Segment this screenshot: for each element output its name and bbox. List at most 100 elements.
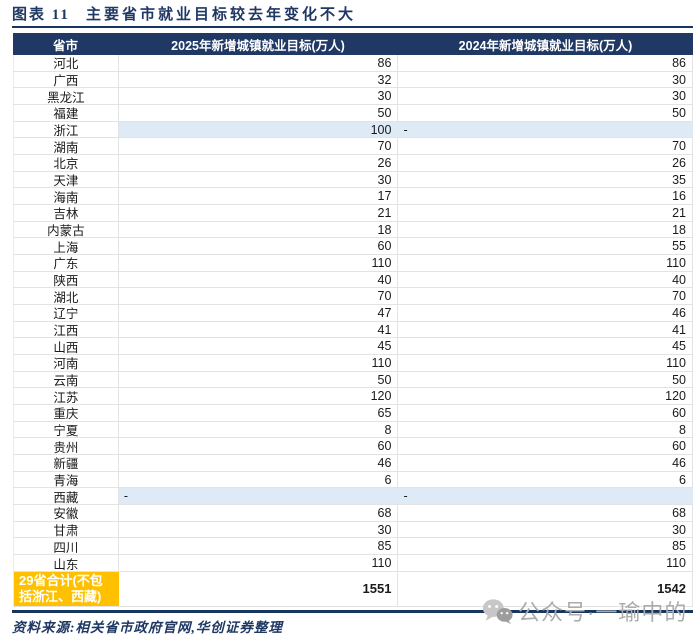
province-cell: 西藏 (14, 488, 119, 504)
value-2024-cell: 46 (398, 455, 693, 471)
province-cell: 甘肃 (14, 522, 119, 538)
table-row: 浙江 100 - (13, 122, 693, 139)
province-cell: 江苏 (14, 388, 119, 404)
province-cell: 新疆 (14, 455, 119, 471)
table-row: 湖南 70 70 (13, 138, 693, 155)
table-row: 安徽 68 68 (13, 505, 693, 522)
value-2025-cell: 110 (119, 355, 399, 371)
value-2025-cell: 21 (119, 205, 399, 221)
province-cell: 四川 (14, 538, 119, 554)
value-2024-cell: 55 (398, 238, 693, 254)
value-2024-cell: 70 (398, 288, 693, 304)
table-row: 西藏 - - (13, 488, 693, 505)
table-row: 黑龙江 30 30 (13, 88, 693, 105)
value-2025-cell: 50 (119, 105, 399, 121)
watermark: 公众号·一瑜中的 (482, 595, 687, 627)
value-2024-cell: 110 (398, 355, 693, 371)
value-2024-cell: - (398, 488, 693, 504)
employment-targets-table: 省市 2025年新增城镇就业目标(万人) 2024年新增城镇就业目标(万人) 河… (13, 33, 693, 607)
value-2024-cell: 46 (398, 305, 693, 321)
value-2024-cell: 45 (398, 338, 693, 354)
value-2025-cell: 18 (119, 222, 399, 238)
value-2024-cell: 18 (398, 222, 693, 238)
province-cell: 山西 (14, 338, 119, 354)
province-cell: 海南 (14, 188, 119, 204)
province-cell: 吉林 (14, 205, 119, 221)
value-2024-cell: 8 (398, 422, 693, 438)
province-cell: 安徽 (14, 505, 119, 521)
value-2025-cell: 68 (119, 505, 399, 521)
value-2025-cell: 60 (119, 238, 399, 254)
value-2025-cell: 30 (119, 88, 399, 104)
table-row: 广东 110 110 (13, 255, 693, 272)
province-cell: 内蒙古 (14, 222, 119, 238)
value-2025-cell: 70 (119, 288, 399, 304)
table-row: 福建 50 50 (13, 105, 693, 122)
province-cell: 贵州 (14, 438, 119, 454)
value-2024-cell: 70 (398, 138, 693, 154)
value-2025-cell: 30 (119, 172, 399, 188)
value-2024-cell: 30 (398, 72, 693, 88)
value-2025-cell: 110 (119, 255, 399, 271)
value-2024-cell: 40 (398, 272, 693, 288)
value-2024-cell: 26 (398, 155, 693, 171)
value-2024-cell: - (398, 122, 693, 138)
value-2024-cell: 50 (398, 372, 693, 388)
figure-title: 图表 11主要省市就业目标较去年变化不大 (12, 3, 356, 24)
watermark-text: 公众号·一瑜中的 (518, 595, 687, 627)
province-cell: 山东 (14, 555, 119, 571)
table-row: 海南 17 16 (13, 188, 693, 205)
value-2025-cell: 50 (119, 372, 399, 388)
province-cell: 湖北 (14, 288, 119, 304)
column-header-2024-target: 2024年新增城镇就业目标(万人) (398, 35, 693, 54)
wechat-icon (482, 598, 513, 625)
table-row: 山东 110 110 (13, 555, 693, 572)
table-row: 北京 26 26 (13, 155, 693, 172)
province-cell: 青海 (14, 472, 119, 488)
value-2024-cell: 30 (398, 88, 693, 104)
value-2025-cell: 41 (119, 322, 399, 338)
table-row: 四川 85 85 (13, 538, 693, 555)
value-2025-cell: 30 (119, 522, 399, 538)
province-cell: 北京 (14, 155, 119, 171)
value-2025-cell: 32 (119, 72, 399, 88)
province-cell: 浙江 (14, 122, 119, 138)
value-2025-cell: 65 (119, 405, 399, 421)
value-2025-cell: 85 (119, 538, 399, 554)
value-2025-cell: - (119, 488, 399, 504)
column-header-2025-target: 2025年新增城镇就业目标(万人) (118, 35, 398, 54)
table-row: 广西 32 30 (13, 72, 693, 89)
total-2025-value: 1551 (119, 572, 399, 606)
province-cell: 宁夏 (14, 422, 119, 438)
table-row: 江苏 120 120 (13, 388, 693, 405)
value-2024-cell: 41 (398, 322, 693, 338)
value-2024-cell: 110 (398, 255, 693, 271)
value-2025-cell: 120 (119, 388, 399, 404)
table-header-row: 省市 2025年新增城镇就业目标(万人) 2024年新增城镇就业目标(万人) (13, 33, 693, 55)
value-2025-cell: 17 (119, 188, 399, 204)
table-row: 湖北 70 70 (13, 288, 693, 305)
table-row: 陕西 40 40 (13, 272, 693, 289)
table-row: 天津 30 35 (13, 172, 693, 189)
table-row: 山西 45 45 (13, 338, 693, 355)
province-cell: 天津 (14, 172, 119, 188)
table-row: 河北 86 86 (13, 55, 693, 72)
value-2024-cell: 6 (398, 472, 693, 488)
value-2025-cell: 70 (119, 138, 399, 154)
value-2025-cell: 100 (119, 122, 399, 138)
value-2024-cell: 35 (398, 172, 693, 188)
value-2024-cell: 120 (398, 388, 693, 404)
table-row: 贵州 60 60 (13, 438, 693, 455)
table-row: 新疆 46 46 (13, 455, 693, 472)
value-2025-cell: 8 (119, 422, 399, 438)
value-2024-cell: 68 (398, 505, 693, 521)
table-row: 河南 110 110 (13, 355, 693, 372)
value-2025-cell: 26 (119, 155, 399, 171)
table-row: 辽宁 47 46 (13, 305, 693, 322)
value-2025-cell: 40 (119, 272, 399, 288)
value-2024-cell: 110 (398, 555, 693, 571)
value-2025-cell: 45 (119, 338, 399, 354)
province-cell: 湖南 (14, 138, 119, 154)
table-row: 吉林 21 21 (13, 205, 693, 222)
value-2024-cell: 60 (398, 438, 693, 454)
